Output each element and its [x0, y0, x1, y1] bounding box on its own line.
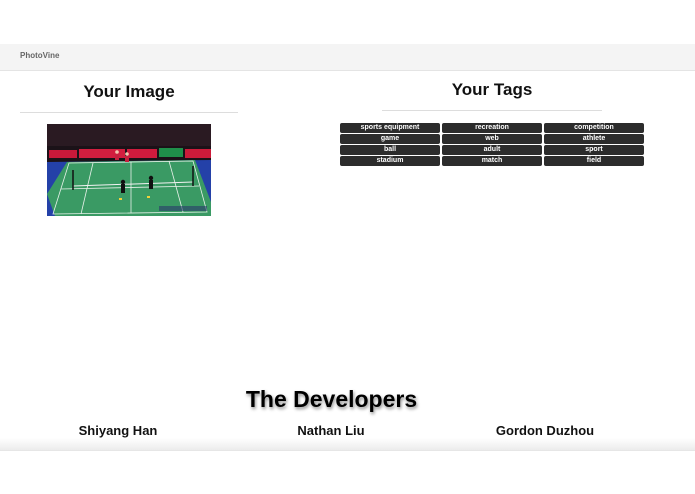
tag-chip: web	[442, 134, 542, 144]
footer-divider	[0, 438, 695, 451]
tag-chip: sport	[544, 145, 644, 155]
tag-chip: field	[544, 156, 644, 166]
tag-chip: ball	[340, 145, 440, 155]
tag-chip: athlete	[544, 134, 644, 144]
tag-chip: game	[340, 134, 440, 144]
developers-title: The Developers	[245, 386, 418, 412]
your-image-title: Your Image	[83, 82, 175, 101]
your-tags-title: Your Tags	[451, 80, 533, 99]
tag-chip: match	[442, 156, 542, 166]
badminton-photo	[47, 124, 211, 216]
navbar: PhotoVine	[0, 44, 695, 71]
uploaded-photo	[47, 124, 211, 216]
brand-logo[interactable]: PhotoVine	[20, 51, 59, 60]
image-divider	[20, 112, 238, 113]
developer-name: Nathan Liu	[297, 423, 365, 438]
tags-divider	[382, 110, 602, 111]
tags-grid: sports equipment recreation competition …	[340, 123, 644, 166]
tag-chip: adult	[442, 145, 542, 155]
tag-chip: stadium	[340, 156, 440, 166]
developer-name: Shiyang Han	[78, 423, 158, 438]
tag-chip: sports equipment	[340, 123, 440, 133]
tag-chip: competition	[544, 123, 644, 133]
developer-name: Gordon Duzhou	[495, 423, 595, 438]
tag-chip: recreation	[442, 123, 542, 133]
